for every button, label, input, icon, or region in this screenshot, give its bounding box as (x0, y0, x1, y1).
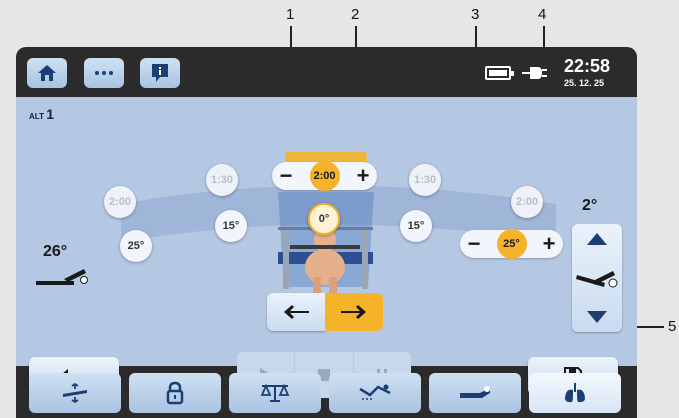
callout-5: 5 (668, 318, 677, 335)
callout-2: 2 (351, 6, 360, 23)
left-side-angle: 26° (43, 243, 68, 260)
right-side-angle: 2° (582, 197, 598, 214)
info-button[interactable] (140, 58, 180, 88)
rotate-left-button[interactable] (267, 293, 325, 331)
time-increase-button[interactable]: + (355, 165, 371, 187)
callout-1: 1 (286, 6, 295, 23)
home-button[interactable] (27, 58, 67, 88)
bed-tilt-left-icon (36, 269, 88, 285)
callout-3: 3 (471, 6, 480, 23)
nav-lungs[interactable] (529, 373, 621, 413)
angle-decrease-button[interactable]: − (466, 233, 482, 255)
clock-time: 22:58 (564, 56, 611, 76)
arc-angle-right-1[interactable]: 15° (400, 210, 432, 242)
callout-4: 4 (538, 6, 547, 23)
rotation-time-value: 2:00 (309, 161, 340, 191)
more-button[interactable] (84, 58, 124, 88)
scale-icon (260, 383, 290, 402)
bed-tilt-icon (63, 383, 87, 403)
arc-time-left-1[interactable]: 1:30 (206, 164, 238, 196)
arc-time-right-1[interactable]: 1:30 (409, 164, 441, 196)
arrow-right-icon (341, 305, 366, 319)
bed-tilt-right-icon (576, 271, 618, 288)
arrow-left-icon (284, 305, 309, 319)
clock-date: 25. 12. 25 (564, 78, 605, 88)
main-screen: ALT 1 − 2:00 + − 25° + 1:30 2:00 1:30 2:… (16, 97, 637, 398)
patient-position-icon (359, 384, 391, 400)
nav-patient-position[interactable] (329, 373, 421, 413)
time-decrease-button[interactable]: − (278, 165, 294, 187)
tilt-up-button[interactable] (586, 232, 608, 246)
tilt-control-panel (572, 224, 622, 332)
info-icon (152, 64, 168, 82)
arc-angle-left-2[interactable]: 25° (120, 230, 152, 262)
nav-bed-flat[interactable] (429, 373, 521, 413)
nav-bed-tilt[interactable] (29, 373, 121, 413)
lungs-icon (565, 383, 585, 403)
more-icon (95, 71, 113, 75)
rotation-angle-value: 25° (496, 229, 527, 259)
lock-icon (166, 381, 184, 405)
rotation-angle-stepper: − 25° + (460, 229, 563, 259)
angle-increase-button[interactable]: + (541, 233, 557, 255)
bed-flat-icon (460, 386, 490, 398)
device-frame: 22:58 25. 12. 25 ALT 1 − 2:00 + − 25° + … (16, 47, 637, 418)
arc-angle-center[interactable]: 0° (308, 203, 340, 235)
stage: 1 2 3 4 5 22:58 25. 12. 25 ALT 1 − 2:00 … (0, 0, 679, 418)
arc-time-left-2[interactable]: 2:00 (104, 186, 136, 218)
home-icon (38, 65, 56, 81)
nav-lock[interactable] (129, 373, 221, 413)
arc-time-right-2[interactable]: 2:00 (511, 186, 543, 218)
battery-icon (485, 66, 514, 80)
nav-scale[interactable] (229, 373, 321, 413)
rotation-time-stepper: − 2:00 + (272, 161, 377, 191)
rotate-right-button[interactable] (325, 293, 383, 331)
power-plug-icon (522, 67, 547, 79)
arc-angle-left-1[interactable]: 15° (215, 210, 247, 242)
tilt-down-button[interactable] (586, 310, 608, 324)
